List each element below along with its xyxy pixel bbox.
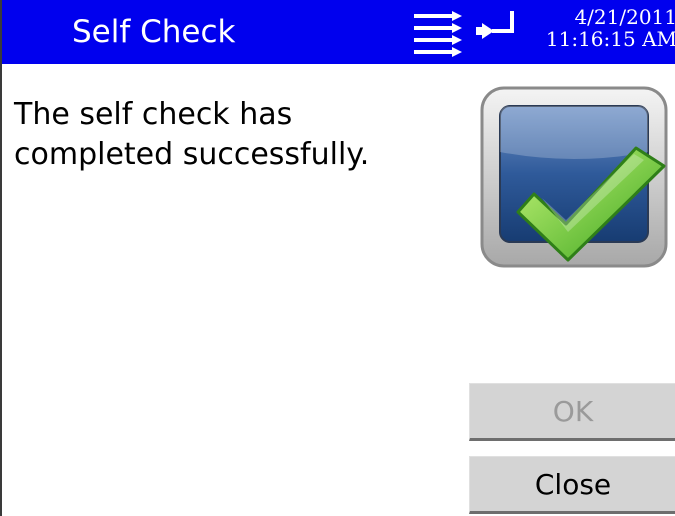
app-window: Self Check 4/21/2011 11:16:15 AM The sel…	[0, 0, 675, 516]
title-bar: Self Check 4/21/2011 11:16:15 AM	[2, 0, 675, 64]
time-text: 11:16:15 AM	[545, 27, 675, 50]
date-text: 4/21/2011	[574, 6, 675, 29]
message-line-1: The self check has	[14, 97, 293, 132]
close-button[interactable]: Close	[469, 456, 675, 514]
window-title: Self Check	[72, 14, 236, 50]
ok-button[interactable]: OK	[469, 383, 675, 441]
checkmark-monitor-icon	[480, 86, 668, 268]
menu-icon[interactable]	[414, 9, 464, 59]
status-message: The self check has completed successfull…	[14, 95, 454, 175]
date-time-display: 4/21/2011 11:16:15 AM	[535, 6, 675, 50]
enter-icon[interactable]	[474, 9, 518, 43]
message-line-2: completed successfully.	[14, 137, 370, 172]
